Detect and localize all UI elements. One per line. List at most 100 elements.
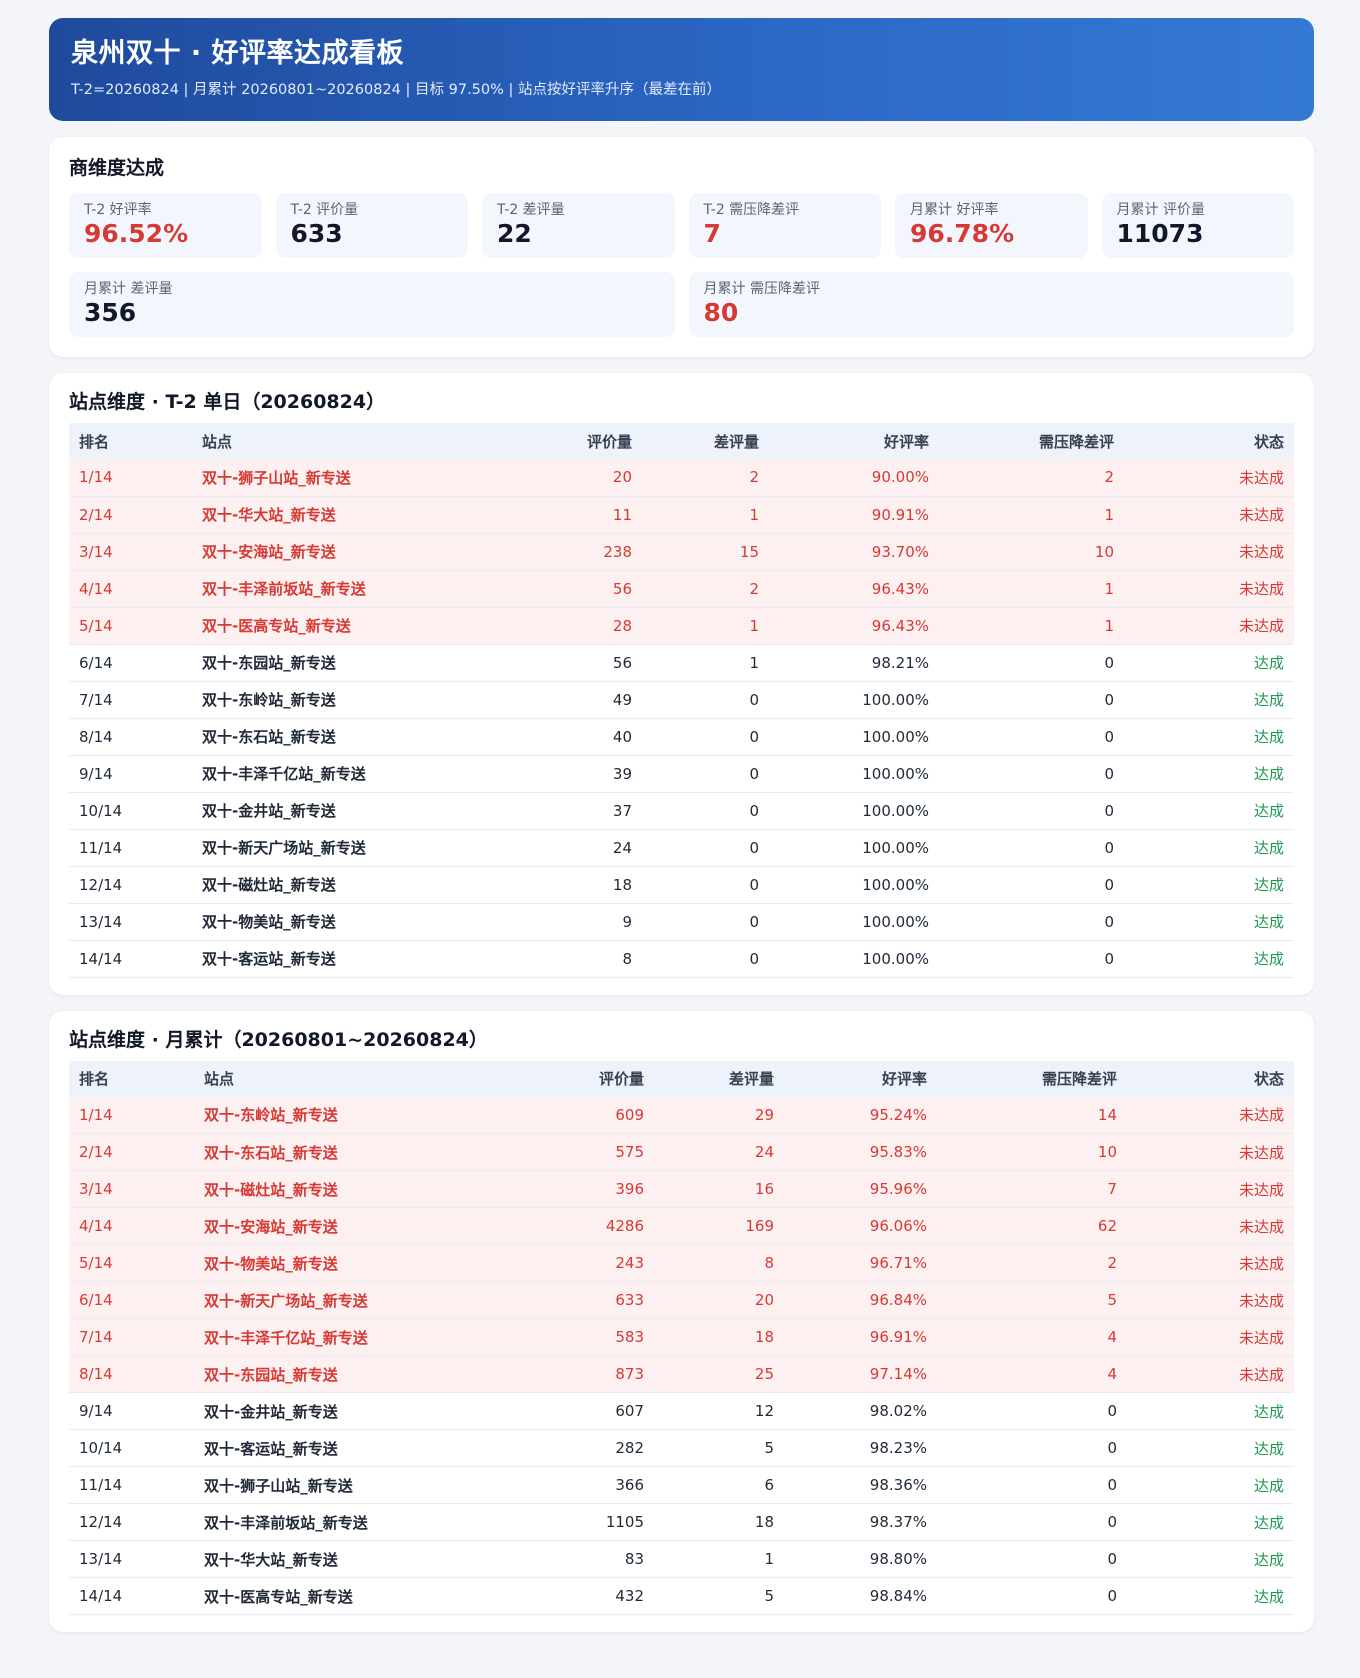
column-header[interactable]: 评价量 [522, 423, 642, 459]
column-header[interactable]: 好评率 [784, 1061, 937, 1097]
good-rate-cell: 93.70% [769, 533, 939, 571]
good-rate-cell: 95.83% [784, 1133, 937, 1171]
station-cell: 双十-东园站_新专送 [192, 644, 522, 682]
bad-to-reduce-cell: 0 [939, 940, 1124, 978]
review-count-cell: 607 [529, 1392, 654, 1430]
good-rate-cell: 100.00% [769, 866, 939, 904]
rank-cell: 13/14 [69, 903, 192, 941]
kpi-value: 80 [703, 298, 739, 327]
kpi-t2-bad-to-reduce: T-2 需压降差评 7 [688, 193, 881, 258]
status-cell: 未达成 [1124, 533, 1294, 571]
column-header[interactable]: 差评量 [654, 1061, 784, 1097]
column-header[interactable]: 排名 [69, 1061, 194, 1097]
rank-cell: 14/14 [69, 1577, 194, 1615]
status-cell: 未达成 [1127, 1281, 1294, 1319]
table-row: 4/14 双十-丰泽前坂站_新专送 56 2 96.43% 1 未达成 [69, 570, 1294, 608]
column-header[interactable]: 站点 [192, 423, 522, 459]
status-cell: 达成 [1124, 792, 1294, 830]
table-row: 7/14 双十-东岭站_新专送 49 0 100.00% 0 达成 [69, 681, 1294, 719]
status-cell: 达成 [1124, 718, 1294, 756]
kpi-value: 96.52% [84, 219, 189, 248]
column-header[interactable]: 需压降差评 [937, 1061, 1127, 1097]
rank-cell: 14/14 [69, 940, 192, 978]
good-rate-cell: 98.23% [784, 1429, 937, 1467]
bad-to-reduce-cell: 5 [937, 1281, 1127, 1319]
bad-to-reduce-cell: 4 [937, 1355, 1127, 1393]
column-header[interactable]: 状态 [1127, 1061, 1294, 1097]
rank-cell: 3/14 [69, 1170, 194, 1208]
bad-to-reduce-cell: 10 [937, 1133, 1127, 1171]
bad-count-cell: 15 [642, 533, 769, 571]
rank-cell: 10/14 [69, 1429, 194, 1467]
status-cell: 未达成 [1127, 1355, 1294, 1393]
station-cell: 双十-狮子山站_新专送 [192, 459, 522, 497]
good-rate-cell: 96.71% [784, 1244, 937, 1282]
review-count-cell: 1105 [529, 1503, 654, 1541]
review-count-cell: 366 [529, 1466, 654, 1504]
status-cell: 达成 [1127, 1577, 1294, 1615]
column-header[interactable]: 需压降差评 [939, 423, 1124, 459]
monthly-station-title: 站点维度 · 月累计（20260801~20260824） [69, 1028, 488, 1051]
review-count-cell: 432 [529, 1577, 654, 1615]
merchant-summary-card: 商维度达成 T-2 好评率 96.52% T-2 评价量 633 T-2 差评量 22… [49, 137, 1314, 357]
bad-count-cell: 1 [654, 1540, 784, 1578]
bad-count-cell: 25 [654, 1355, 784, 1393]
bad-to-reduce-cell: 0 [937, 1466, 1127, 1504]
status-cell: 达成 [1127, 1429, 1294, 1467]
bad-count-cell: 18 [654, 1318, 784, 1356]
bad-count-cell: 12 [654, 1392, 784, 1430]
bad-to-reduce-cell: 0 [939, 644, 1124, 682]
good-rate-cell: 100.00% [769, 681, 939, 719]
good-rate-cell: 96.84% [784, 1281, 937, 1319]
kpi-value: 633 [290, 219, 343, 248]
good-rate-cell: 100.00% [769, 792, 939, 830]
review-count-cell: 49 [522, 681, 642, 719]
table-row: 13/14 双十-物美站_新专送 9 0 100.00% 0 达成 [69, 903, 1294, 941]
status-cell: 达成 [1124, 829, 1294, 867]
kpi-month-review-count: 月累计 评价量 11073 [1101, 193, 1294, 258]
bad-count-cell: 2 [642, 459, 769, 497]
column-header[interactable]: 好评率 [769, 423, 939, 459]
bad-to-reduce-cell: 0 [937, 1503, 1127, 1541]
review-count-cell: 56 [522, 644, 642, 682]
kpi-t2-bad-count: T-2 差评量 22 [482, 193, 675, 258]
bad-count-cell: 5 [654, 1577, 784, 1615]
bad-count-cell: 6 [654, 1466, 784, 1504]
kpi-value: 11073 [1116, 219, 1204, 248]
bad-count-cell: 0 [642, 903, 769, 941]
good-rate-cell: 96.43% [769, 607, 939, 645]
review-count-cell: 56 [522, 570, 642, 608]
kpi-label: T-2 差评量 [497, 202, 565, 218]
bad-to-reduce-cell: 0 [939, 755, 1124, 793]
status-cell: 未达成 [1127, 1096, 1294, 1134]
dashboard: 泉州双十 · 好评率达成看板 T-2=20260824 | 月累计 202608… [49, 18, 1314, 1632]
column-header[interactable]: 状态 [1124, 423, 1294, 459]
review-count-cell: 9 [522, 903, 642, 941]
station-cell: 双十-东岭站_新专送 [194, 1096, 529, 1134]
bad-to-reduce-cell: 14 [937, 1096, 1127, 1134]
daily-table-body: 1/14 双十-狮子山站_新专送 20 2 90.00% 2 未达成 2/14 双十-华大站_新… [69, 459, 1294, 978]
bad-count-cell: 20 [654, 1281, 784, 1319]
bad-count-cell: 1 [642, 644, 769, 682]
status-cell: 未达成 [1124, 607, 1294, 645]
column-header[interactable]: 差评量 [642, 423, 769, 459]
kpi-t2-good-rate: T-2 好评率 96.52% [69, 193, 262, 258]
status-cell: 未达成 [1127, 1318, 1294, 1356]
kpi-value: 22 [497, 219, 532, 248]
good-rate-cell: 100.00% [769, 718, 939, 756]
bad-count-cell: 169 [654, 1207, 784, 1245]
rank-cell: 9/14 [69, 1392, 194, 1430]
status-cell: 达成 [1124, 866, 1294, 904]
bad-to-reduce-cell: 7 [937, 1170, 1127, 1208]
column-header[interactable]: 评价量 [529, 1061, 654, 1097]
daily-station-title: 站点维度 · T-2 单日（20260824） [69, 391, 386, 413]
bad-to-reduce-cell: 0 [939, 681, 1124, 719]
review-count-cell: 39 [522, 755, 642, 793]
column-header[interactable]: 排名 [69, 423, 192, 459]
review-count-cell: 20 [522, 459, 642, 497]
kpi-label: 月累计 需压降差评 [703, 281, 820, 297]
merchant-summary-title: 商维度达成 [69, 157, 165, 179]
column-header[interactable]: 站点 [194, 1061, 529, 1097]
table-row: 6/14 双十-东园站_新专送 56 1 98.21% 0 达成 [69, 644, 1294, 682]
review-count-cell: 24 [522, 829, 642, 867]
